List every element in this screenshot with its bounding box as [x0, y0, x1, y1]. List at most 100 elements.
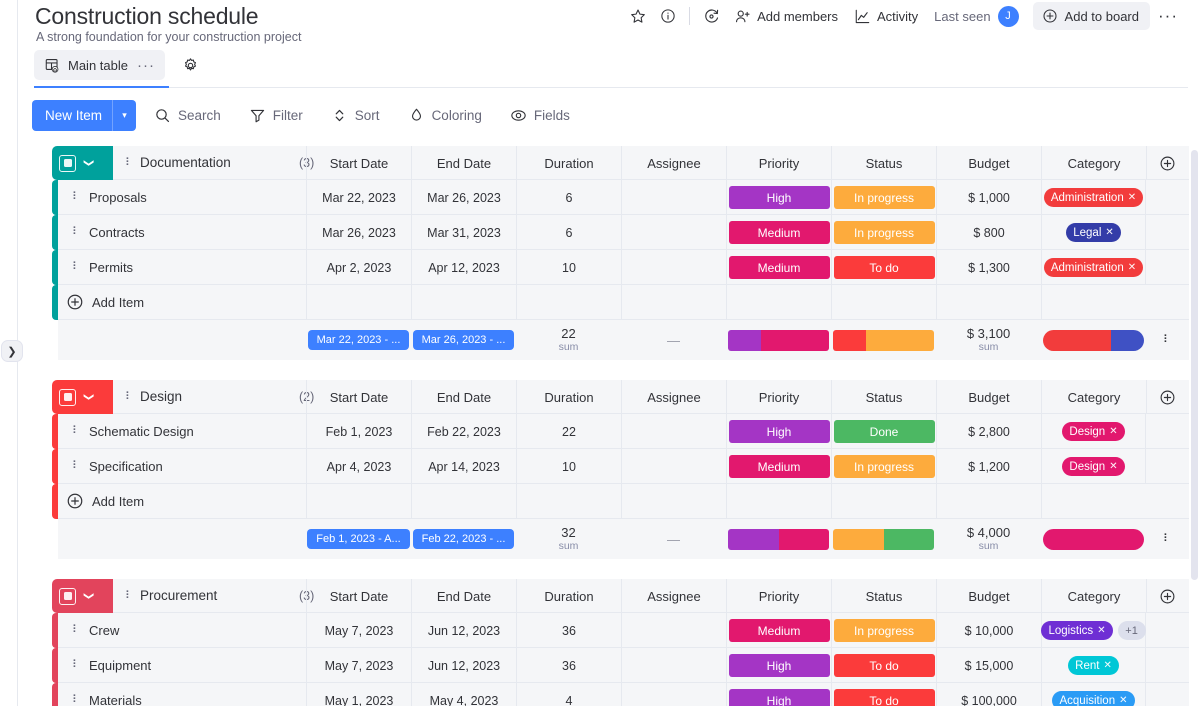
column-header-end-date[interactable]: End Date — [411, 380, 516, 414]
cell-end-date[interactable]: Jun 12, 2023 — [411, 648, 516, 683]
cell-start-date[interactable]: Apr 4, 2023 — [306, 449, 411, 484]
add-item-button[interactable]: Add Item — [66, 293, 144, 311]
cell-status[interactable]: Done — [831, 414, 936, 449]
close-icon[interactable]: ✕ — [1097, 625, 1105, 636]
cell-assignee[interactable] — [621, 683, 726, 706]
group-collapse-toggle[interactable]: ❯ — [52, 146, 113, 180]
chevron-down-icon[interactable]: ❯ — [78, 152, 100, 174]
cell-status[interactable]: In progress — [831, 613, 936, 648]
drag-handle-icon[interactable]: ⠇ — [70, 190, 82, 205]
drag-handle-icon[interactable]: ⠇ — [70, 225, 82, 240]
summary-status-bar[interactable] — [833, 529, 934, 550]
column-header-budget[interactable]: Budget — [936, 146, 1041, 180]
cell-start-date[interactable]: Mar 22, 2023 — [306, 180, 411, 215]
drag-handle-icon[interactable]: ⠇ — [123, 155, 135, 171]
group-title[interactable]: Procurement — [140, 588, 217, 603]
cell-duration[interactable]: 10 — [516, 250, 621, 285]
cell-start-date[interactable]: May 1, 2023 — [306, 683, 411, 706]
column-header-priority[interactable]: Priority — [726, 579, 831, 613]
cell-duration[interactable]: 22 — [516, 414, 621, 449]
tab-more-menu-icon[interactable]: ··· — [137, 57, 155, 74]
add-item-button[interactable]: Add Item — [66, 492, 144, 510]
group-collapse-toggle[interactable]: ❯ — [52, 579, 113, 613]
summary-priority-bar[interactable] — [728, 330, 829, 351]
status-label[interactable]: In progress — [834, 221, 935, 244]
close-icon[interactable]: ✕ — [1105, 227, 1113, 238]
cell-end-date[interactable]: May 4, 2023 — [411, 683, 516, 706]
cell-budget[interactable]: $ 15,000 — [936, 648, 1041, 683]
group-select-checkbox[interactable] — [59, 588, 76, 605]
category-tag[interactable]: Logistics✕ — [1041, 621, 1112, 640]
row-item-name[interactable]: Equipment — [89, 658, 151, 673]
priority-label[interactable]: Medium — [729, 256, 830, 279]
add-to-board-button[interactable]: Add to board — [1033, 2, 1150, 30]
add-column-button[interactable] — [1146, 579, 1187, 613]
priority-label[interactable]: High — [729, 689, 830, 706]
cell-duration[interactable]: 36 — [516, 648, 621, 683]
category-tag[interactable]: Acquisition✕ — [1052, 691, 1134, 706]
priority-label[interactable]: High — [729, 420, 830, 443]
row-item-name[interactable]: Proposals — [89, 190, 147, 205]
cell-end-date[interactable]: Jun 12, 2023 — [411, 613, 516, 648]
close-icon[interactable]: ✕ — [1128, 192, 1136, 203]
cell-status[interactable]: To do — [831, 250, 936, 285]
cell-budget[interactable]: $ 1,000 — [936, 180, 1041, 215]
category-tag[interactable]: Rent✕ — [1068, 656, 1119, 675]
column-header-status[interactable]: Status — [831, 380, 936, 414]
filter-button[interactable]: Filter — [239, 100, 313, 130]
drag-handle-icon[interactable]: ⠇ — [70, 260, 82, 275]
cell-priority[interactable]: Medium — [726, 613, 831, 648]
drag-handle-icon[interactable]: ⠇ — [70, 459, 82, 474]
category-tag[interactable]: Design✕ — [1062, 422, 1124, 441]
priority-label[interactable]: High — [729, 186, 830, 209]
avatar[interactable]: J — [998, 6, 1019, 27]
column-header-category[interactable]: Category — [1041, 146, 1146, 180]
add-column-button[interactable] — [1146, 380, 1187, 414]
row-item-name[interactable]: Contracts — [89, 225, 145, 240]
cell-duration[interactable]: 6 — [516, 180, 621, 215]
cell-priority[interactable]: High — [726, 180, 831, 215]
priority-label[interactable]: Medium — [729, 619, 830, 642]
sidebar-expand-chevron-icon[interactable]: ❯ — [1, 340, 23, 362]
cell-assignee[interactable] — [621, 449, 726, 484]
drag-handle-icon[interactable]: ⠇ — [123, 389, 135, 405]
summary-more-menu-icon[interactable]: ⠇ — [1160, 532, 1174, 548]
cell-budget[interactable]: $ 1,300 — [936, 250, 1041, 285]
column-header-status[interactable]: Status — [831, 146, 936, 180]
cell-priority[interactable]: Medium — [726, 215, 831, 250]
cell-budget[interactable]: $ 10,000 — [936, 613, 1041, 648]
column-header-status[interactable]: Status — [831, 579, 936, 613]
status-label[interactable]: To do — [834, 689, 935, 706]
close-icon[interactable]: ✕ — [1109, 426, 1117, 437]
activity-button[interactable]: Activity — [846, 3, 926, 29]
row-item-name[interactable]: Materials — [89, 693, 142, 706]
row-item-name[interactable]: Crew — [89, 623, 119, 638]
cell-duration[interactable]: 6 — [516, 215, 621, 250]
category-tag[interactable]: Administration✕ — [1044, 188, 1143, 207]
cell-category[interactable]: Acquisition✕ — [1041, 683, 1146, 706]
cell-assignee[interactable] — [621, 180, 726, 215]
cell-budget[interactable]: $ 100,000 — [936, 683, 1041, 706]
status-label[interactable]: To do — [834, 256, 935, 279]
vertical-scrollbar-thumb[interactable] — [1191, 150, 1198, 580]
cell-end-date[interactable]: Apr 14, 2023 — [411, 449, 516, 484]
category-tag[interactable]: Design✕ — [1062, 457, 1124, 476]
cell-assignee[interactable] — [621, 648, 726, 683]
cell-status[interactable]: To do — [831, 648, 936, 683]
column-header-start-date[interactable]: Start Date — [306, 579, 411, 613]
column-header-duration[interactable]: Duration — [516, 146, 621, 180]
drag-handle-icon[interactable]: ⠇ — [70, 693, 82, 706]
group-title[interactable]: Design — [140, 389, 182, 404]
coloring-button[interactable]: Coloring — [398, 100, 492, 130]
add-column-button[interactable] — [1146, 146, 1187, 180]
row-item-name[interactable]: Specification — [89, 459, 163, 474]
cell-status[interactable]: In progress — [831, 215, 936, 250]
sort-button[interactable]: Sort — [321, 100, 390, 130]
cell-category[interactable]: Design✕ — [1041, 414, 1146, 449]
summary-date-chip[interactable]: Mar 22, 2023 - ... — [308, 330, 410, 350]
cell-assignee[interactable] — [621, 250, 726, 285]
chevron-down-icon[interactable]: ▾ — [112, 100, 136, 131]
cell-category[interactable]: Logistics✕+1 — [1041, 613, 1146, 648]
status-label[interactable]: In progress — [834, 455, 935, 478]
cell-status[interactable]: To do — [831, 683, 936, 706]
